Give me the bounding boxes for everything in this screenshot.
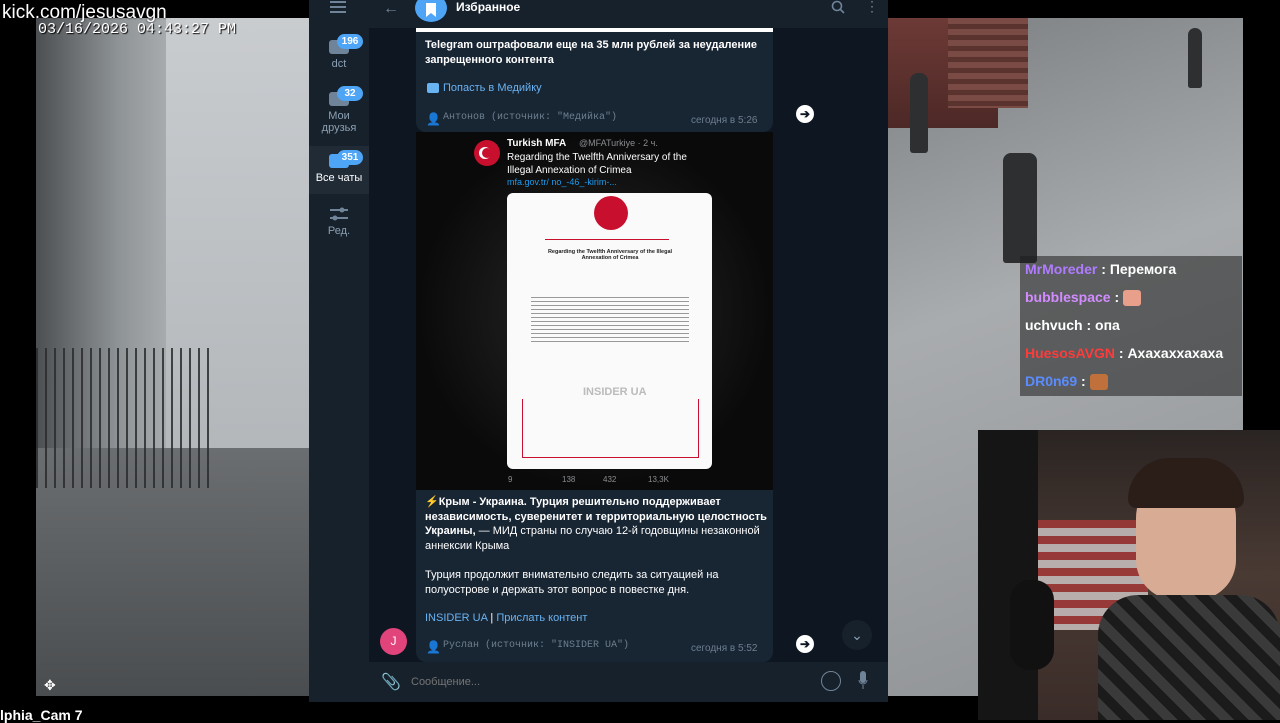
tweet-likes: 432 xyxy=(603,475,617,484)
user-icon: 👤 xyxy=(426,640,441,654)
message-source: Руслан (источник: "INSIDER UA") xyxy=(443,640,630,651)
streamer-hair xyxy=(1128,458,1244,508)
pedestrian xyxy=(1188,28,1202,88)
folder-label: Все чаты xyxy=(315,172,363,184)
watermark: INSIDER UA xyxy=(583,386,647,398)
streamer-webcam xyxy=(978,430,1280,720)
send-content-link[interactable]: Прислать контент xyxy=(496,612,587,624)
stairs xyxy=(948,18,1028,108)
tweet-link: mfa.gov.tr/ no_-46_-kirim-... xyxy=(507,177,617,187)
chat-message: bubblespace : xyxy=(1025,289,1142,307)
folder-all-chats[interactable]: 351 Все чаты xyxy=(309,146,369,194)
user-icon: 👤 xyxy=(426,112,441,126)
folder-label: Ред. xyxy=(327,225,351,237)
message-bubble[interactable]: ⚡Крым - Украина. Турция решительно подде… xyxy=(416,490,773,662)
chat-text: опа xyxy=(1095,317,1120,333)
paperclip-icon[interactable]: 📎 xyxy=(381,672,401,692)
chat-text: Перемога xyxy=(1109,261,1177,277)
camera-timestamp: 03/16/2026 04:43:27 PM xyxy=(38,21,237,38)
chat-text: Ахахаххахаха xyxy=(1127,345,1224,361)
unread-badge: 351 xyxy=(337,150,363,165)
document-body xyxy=(531,321,689,343)
emote-icon xyxy=(1123,290,1142,307)
chat-area: Telegram оштрафовали еще на 35 млн рубле… xyxy=(369,28,888,662)
folder-my-friends[interactable]: 32 Мои друзья xyxy=(309,86,369,140)
tweet-retweets: 138 xyxy=(562,475,576,484)
chat-message: uchvuch : опа xyxy=(1025,317,1120,333)
iron-fence xyxy=(36,348,216,488)
microphone xyxy=(1010,580,1054,670)
saved-messages-avatar[interactable] xyxy=(415,0,447,22)
link-separator: | xyxy=(490,612,494,624)
insider-link[interactable]: INSIDER UA xyxy=(425,612,487,624)
message-time: сегодня в 5:26 xyxy=(691,115,758,126)
sliders-icon xyxy=(329,207,349,221)
pedestrian xyxy=(1003,153,1037,263)
tweet-handle: @MFATurkiye · 2 ч. xyxy=(579,138,658,148)
chat-username: bubblespace xyxy=(1025,289,1111,305)
more-icon[interactable]: ⋮ xyxy=(865,0,879,15)
message-time: сегодня в 5:52 xyxy=(691,643,758,654)
document-title: Regarding the Twelfth Anniversary of the… xyxy=(547,249,673,261)
forward-icon[interactable]: ➔ xyxy=(796,635,814,653)
unread-badge: 196 xyxy=(337,34,363,49)
camera-feed-left xyxy=(36,18,309,696)
folder-label: dct xyxy=(331,58,347,70)
tweet-views: 13,3K xyxy=(648,475,669,484)
chat-username: HuesosAVGN xyxy=(1025,345,1115,361)
streamer-shirt xyxy=(1098,595,1280,720)
divider xyxy=(545,239,669,240)
folder-dct[interactable]: 196 dct xyxy=(309,34,369,88)
emote-icon xyxy=(1089,374,1108,391)
message-input-bar: 📎 xyxy=(369,662,888,702)
document-frame xyxy=(522,399,699,458)
chat-title: Избранное xyxy=(456,0,521,14)
author-avatar xyxy=(474,140,500,166)
chat-username: MrMoreder xyxy=(1025,261,1098,277)
emblem-icon xyxy=(594,196,628,230)
message-input[interactable] xyxy=(409,672,773,692)
back-arrow-icon[interactable]: ← xyxy=(383,0,399,18)
message-text: Telegram оштрафовали еще на 35 млн рубле… xyxy=(425,39,758,66)
unread-badge: 32 xyxy=(337,86,363,101)
folder-edit[interactable]: Ред. xyxy=(309,204,369,256)
chat-header: ← Избранное ⋮ xyxy=(369,0,888,28)
emoji-icon[interactable] xyxy=(821,671,841,691)
message-regular-text: — МИД страны по случаю 12-й годовщины не… xyxy=(425,525,760,552)
message-bubble[interactable]: Telegram оштрафовали еще на 35 млн рубле… xyxy=(416,28,773,132)
folder-label: Мои друзья xyxy=(321,110,357,134)
tweet-text: Regarding the Twelfth Anniversary of the… xyxy=(507,152,687,176)
chat-username: DR0n69 xyxy=(1025,373,1078,389)
scroll-down-button[interactable]: ⌄ xyxy=(842,620,872,650)
telegram-window: 196 dct 32 Мои друзья 351 Все чаты Ред. … xyxy=(309,0,888,702)
media-icon xyxy=(427,83,439,93)
tweet-replies: 9 xyxy=(508,475,513,484)
camera-name: lphia_Cam 7 xyxy=(0,707,83,723)
folder-sidebar: 196 dct 32 Мои друзья 351 Все чаты Ред. xyxy=(309,0,369,702)
tweet-screenshot[interactable]: Turkish MFA @MFATurkiye · 2 ч. Regarding… xyxy=(416,132,773,490)
menu-icon[interactable] xyxy=(330,0,348,13)
message-links: INSIDER UA | Прислать контент xyxy=(425,611,587,626)
forward-icon[interactable]: ➔ xyxy=(796,105,814,123)
document-image: Regarding the Twelfth Anniversary of the… xyxy=(507,193,712,469)
chair xyxy=(978,430,1038,720)
pedestrian xyxy=(910,73,928,153)
bubble-top-edge xyxy=(416,28,773,32)
tweet-author: Turkish MFA xyxy=(507,138,567,149)
message-link[interactable]: Попасть в Медийку xyxy=(443,81,542,96)
microphone-icon[interactable] xyxy=(858,671,868,691)
chat-username: uchvuch xyxy=(1025,317,1083,333)
search-icon[interactable] xyxy=(831,0,845,14)
move-icon: ✥ xyxy=(44,677,56,693)
chat-message: MrMoreder : Перемога xyxy=(1025,261,1177,277)
chat-message: HuesosAVGN : Ахахаххахаха xyxy=(1025,345,1224,361)
message-source: Антонов (источник: "Медийка") xyxy=(443,112,618,123)
chat-message: DR0n69 : xyxy=(1025,373,1108,391)
message-text: ⚡Крым - Украина. Турция решительно подде… xyxy=(425,495,770,553)
sender-avatar[interactable]: J xyxy=(380,628,407,655)
stream-chat-overlay: MrMoreder : Перемога bubblespace : uchvu… xyxy=(1020,256,1242,396)
message-paragraph: Турция продолжит внимательно следить за … xyxy=(425,569,719,596)
